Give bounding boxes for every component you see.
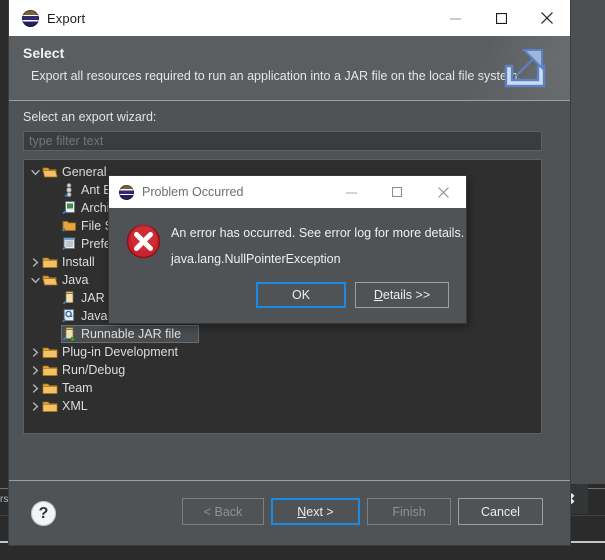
tree-item-label: Runnable JAR file — [81, 327, 182, 341]
runnable-jar-icon — [61, 326, 77, 342]
details-button-label: Details >> — [373, 288, 431, 302]
maximize-icon[interactable] — [374, 176, 420, 208]
chevron-down-icon[interactable] — [29, 168, 42, 177]
chevron-right-icon[interactable] — [29, 401, 42, 411]
chevron-right-icon[interactable] — [29, 365, 42, 375]
error-dialog-titlebar: Problem Occurred — [109, 176, 466, 208]
wizard-titlebar: Export — [9, 0, 570, 36]
back-button[interactable]: < Back — [182, 498, 264, 525]
minimize-icon[interactable] — [328, 176, 374, 208]
error-message-line1: An error has occurred. See error log for… — [171, 226, 465, 240]
chevron-right-icon[interactable] — [29, 347, 42, 357]
ok-button[interactable]: OK — [256, 282, 346, 308]
tree-item-label: Java — [62, 273, 89, 287]
finish-button[interactable]: Finish — [367, 498, 451, 525]
close-icon[interactable] — [420, 176, 466, 208]
back-button-label: < Back — [203, 504, 243, 519]
chevron-right-icon[interactable] — [29, 257, 42, 267]
screen: rs ✖ Export Select Export all resources … — [0, 0, 605, 560]
tree-item-xml[interactable]: XML — [24, 397, 541, 415]
folder-open-icon — [42, 164, 58, 180]
folder-icon — [42, 398, 58, 414]
cancel-button-label: Cancel — [481, 504, 520, 519]
tree-item-run-debug[interactable]: Run/Debug — [24, 361, 541, 379]
tree-item-label: Plug-in Development — [62, 345, 179, 359]
next-button-label: Next > — [297, 504, 334, 519]
close-icon[interactable] — [524, 0, 570, 36]
wizard-banner: Select Export all resources required to … — [9, 36, 570, 101]
page-title: Select — [23, 45, 65, 61]
tree-item-team[interactable]: Team — [24, 379, 541, 397]
minimize-icon[interactable] — [432, 0, 478, 36]
javadoc-icon — [61, 308, 77, 324]
cancel-button[interactable]: Cancel — [458, 498, 543, 525]
error-icon — [126, 224, 161, 259]
background-tab-label: rs — [0, 494, 9, 505]
eclipse-logo-icon — [119, 184, 134, 200]
error-dialog-title: Problem Occurred — [142, 185, 244, 199]
eclipse-logo-icon — [22, 9, 39, 27]
archive-icon — [61, 200, 77, 216]
error-dialog-window-controls — [328, 176, 466, 208]
tree-item-label: Run/Debug — [62, 363, 126, 377]
tree-item-plug-in-development[interactable]: Plug-in Development — [24, 343, 541, 361]
folder-open-icon — [42, 272, 58, 288]
next-button[interactable]: Next > — [271, 498, 360, 525]
help-button[interactable]: ? — [31, 501, 56, 526]
export-arrow-icon — [496, 42, 554, 96]
background-right-panel — [570, 0, 605, 484]
folder-icon — [42, 380, 58, 396]
error-message-line2: java.lang.NullPointerException — [171, 252, 341, 266]
chevron-right-icon[interactable] — [29, 383, 42, 393]
chevron-down-icon[interactable] — [29, 276, 42, 285]
window-title: Export — [47, 10, 86, 26]
folder-icon — [42, 344, 58, 360]
tree-label: Select an export wizard: — [23, 110, 157, 124]
finish-button-label: Finish — [392, 504, 426, 519]
jar-icon — [61, 290, 77, 306]
search-input[interactable] — [23, 131, 542, 151]
background-left-strip — [0, 0, 9, 560]
wizard-footer: ? < Back Next > Finish Cancel — [9, 480, 570, 545]
tree-item-label: General — [62, 165, 107, 179]
file-system-icon — [61, 218, 77, 234]
preferences-icon — [61, 236, 77, 252]
ant-icon — [61, 182, 77, 198]
tree-item-runnable-jar-file[interactable]: Runnable JAR file — [24, 325, 541, 343]
window-controls — [432, 0, 570, 36]
details-button[interactable]: Details >> — [355, 282, 449, 308]
maximize-icon[interactable] — [478, 0, 524, 36]
tree-item-label: XML — [62, 399, 88, 413]
tree-item-label: Team — [62, 381, 93, 395]
folder-icon — [42, 254, 58, 270]
page-description: Export all resources required to run an … — [31, 69, 521, 83]
folder-icon — [42, 362, 58, 378]
tree-item-label: Install — [62, 255, 95, 269]
ok-button-label: OK — [291, 288, 311, 302]
problem-occurred-dialog: Problem Occurred An error has occurred. … — [109, 176, 466, 323]
